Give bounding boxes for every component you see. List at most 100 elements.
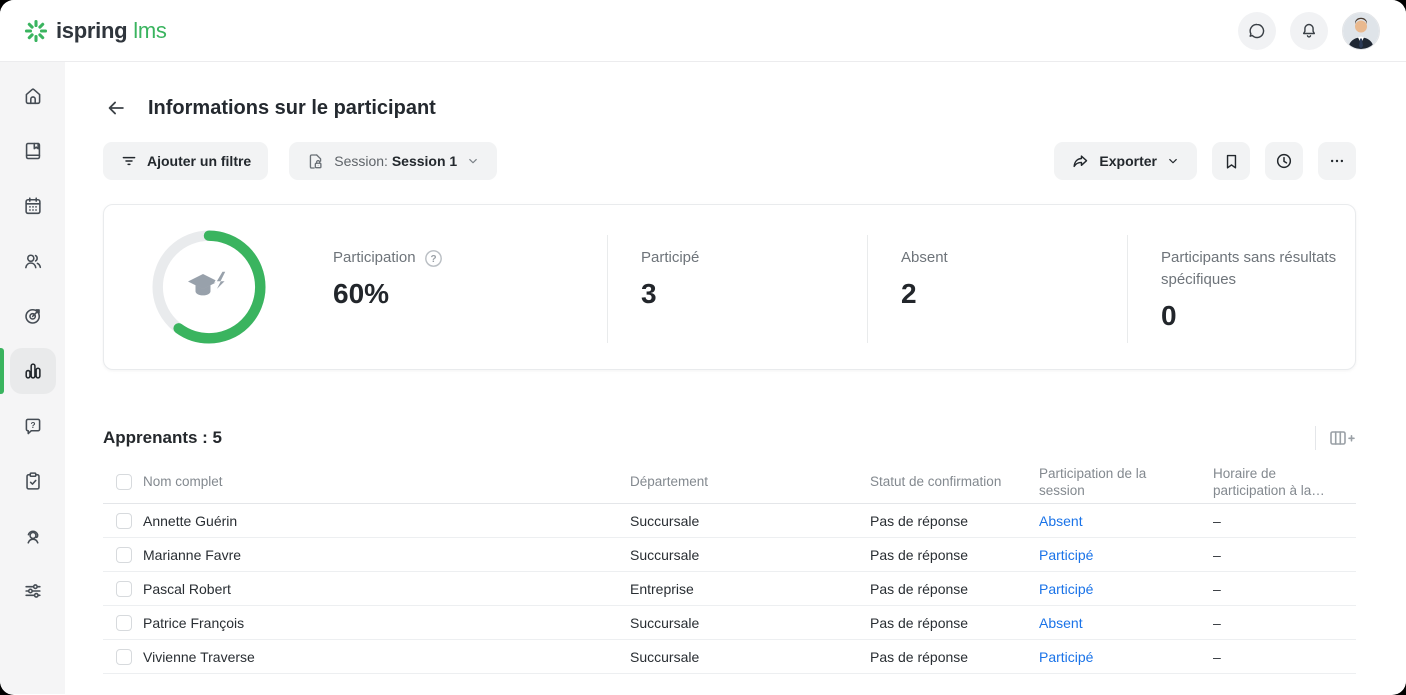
bell-icon — [1299, 21, 1319, 41]
col-header-schedule[interactable]: Horaire de participation à la… — [1213, 465, 1356, 499]
help-icon[interactable]: ? — [424, 249, 443, 268]
sidebar-item-support[interactable] — [10, 513, 56, 559]
cell-schedule: – — [1213, 649, 1356, 665]
ellipsis-icon — [1328, 152, 1346, 170]
cell-name: Pascal Robert — [143, 581, 630, 597]
svg-text:?: ? — [30, 421, 35, 430]
learners-count-heading: Apprenants : 5 — [103, 428, 222, 448]
stat-participated-value: 3 — [641, 277, 857, 311]
table-row: Patrice François Succursale Pas de répon… — [103, 606, 1356, 640]
col-header-department[interactable]: Département — [630, 473, 870, 490]
stat-participated-label: Participé — [641, 247, 699, 269]
app-window: ispring lms — [0, 0, 1406, 695]
cell-name: Annette Guérin — [143, 513, 630, 529]
cell-confirmation: Pas de réponse — [870, 581, 1039, 597]
stat-no-results-label: Participants sans résultats spécifiques — [1161, 247, 1345, 291]
add-column-button[interactable] — [1329, 427, 1356, 449]
bookmark-button[interactable] — [1212, 142, 1250, 180]
cell-name: Marianne Favre — [143, 547, 630, 563]
export-button[interactable]: Exporter — [1054, 142, 1197, 180]
clipboard-check-icon — [22, 470, 44, 492]
topbar: ispring lms — [0, 0, 1406, 62]
messages-button[interactable] — [1238, 12, 1276, 50]
sidebar-item-courses[interactable] — [10, 128, 56, 174]
chevron-down-icon — [1166, 154, 1180, 168]
cell-schedule: – — [1213, 547, 1356, 563]
toolbar: Ajouter un filtre Session: Session 1 — [103, 142, 1356, 180]
cell-department: Succursale — [630, 547, 870, 563]
row-checkbox[interactable] — [116, 649, 132, 665]
table-tools — [1315, 426, 1356, 450]
sidebar-item-users[interactable] — [10, 238, 56, 284]
learners-header: Apprenants : 5 — [103, 426, 1356, 450]
row-checkbox[interactable] — [116, 547, 132, 563]
arrow-left-icon — [105, 97, 127, 119]
actions-group: Exporter — [1054, 142, 1356, 180]
columns-plus-icon — [1329, 427, 1356, 449]
table-row: Pascal Robert Entreprise Pas de réponse … — [103, 572, 1356, 606]
clock-icon — [1274, 151, 1294, 171]
user-avatar[interactable] — [1342, 12, 1380, 50]
cell-participation-link[interactable]: Absent — [1039, 615, 1083, 631]
session-filter-button[interactable]: Session: Session 1 — [289, 142, 497, 180]
participation-donut — [104, 205, 300, 369]
sidebar-item-settings[interactable] — [10, 568, 56, 614]
cell-participation-link[interactable]: Participé — [1039, 581, 1093, 597]
row-checkbox[interactable] — [116, 615, 132, 631]
cell-department: Entreprise — [630, 581, 870, 597]
stat-no-results: Participants sans résultats spécifiques … — [1127, 235, 1355, 343]
share-export-icon — [1071, 152, 1090, 171]
cell-confirmation: Pas de réponse — [870, 615, 1039, 631]
cell-department: Succursale — [630, 615, 870, 631]
col-header-confirmation[interactable]: Statut de confirmation — [870, 473, 1039, 490]
stat-no-results-value: 0 — [1161, 299, 1345, 333]
sidebar-item-reports[interactable] — [10, 348, 56, 394]
notifications-button[interactable] — [1290, 12, 1328, 50]
divider — [1315, 426, 1316, 450]
history-button[interactable] — [1265, 142, 1303, 180]
calendar-icon — [22, 195, 44, 217]
col-header-participation[interactable]: Participation de la session — [1039, 465, 1213, 499]
ispring-logo[interactable]: ispring lms — [24, 18, 167, 44]
chevron-down-icon — [466, 154, 480, 168]
cell-participation-link[interactable]: Participé — [1039, 649, 1093, 665]
cell-participation-link[interactable]: Absent — [1039, 513, 1083, 529]
bar-chart-icon — [22, 360, 44, 382]
more-options-button[interactable] — [1318, 142, 1356, 180]
logo-text-primary: ispring — [56, 18, 127, 44]
select-all-checkbox[interactable] — [116, 474, 132, 490]
page-header: Informations sur le participant — [103, 93, 1356, 123]
cell-confirmation: Pas de réponse — [870, 649, 1039, 665]
active-indicator — [0, 348, 4, 394]
support-agent-icon — [22, 525, 44, 547]
stat-participated: Participé 3 — [607, 235, 867, 343]
sidebar-item-calendar[interactable] — [10, 183, 56, 229]
sidebar-item-assignments[interactable] — [10, 458, 56, 504]
cell-confirmation: Pas de réponse — [870, 547, 1039, 563]
session-filter-label: Session: Session 1 — [334, 153, 457, 169]
logo-text-secondary: lms — [133, 18, 166, 44]
cell-participation-link[interactable]: Participé — [1039, 547, 1093, 563]
table-row: Vivienne Traverse Succursale Pas de répo… — [103, 640, 1356, 674]
sidebar: ? — [0, 62, 65, 694]
stat-absent-value: 2 — [901, 277, 1117, 311]
cell-name: Vivienne Traverse — [143, 649, 630, 665]
svg-text:?: ? — [430, 254, 436, 265]
col-header-name[interactable]: Nom complet — [143, 473, 630, 490]
sidebar-item-goals[interactable] — [10, 293, 56, 339]
add-filter-button[interactable]: Ajouter un filtre — [103, 142, 268, 180]
main-content: Informations sur le participant Ajouter … — [65, 62, 1406, 694]
row-checkbox[interactable] — [116, 581, 132, 597]
filter-icon — [120, 152, 138, 170]
back-button[interactable] — [103, 95, 129, 121]
stat-absent: Absent 2 — [867, 235, 1127, 343]
sliders-icon — [22, 580, 44, 602]
row-checkbox[interactable] — [116, 513, 132, 529]
sidebar-item-home[interactable] — [10, 73, 56, 119]
table-row: Marianne Favre Succursale Pas de réponse… — [103, 538, 1356, 572]
filter-group: Ajouter un filtre Session: Session 1 — [103, 142, 497, 180]
sidebar-item-questions[interactable]: ? — [10, 403, 56, 449]
stat-participation-label: Participation — [333, 247, 416, 269]
export-label: Exporter — [1099, 153, 1157, 169]
cell-schedule: – — [1213, 513, 1356, 529]
